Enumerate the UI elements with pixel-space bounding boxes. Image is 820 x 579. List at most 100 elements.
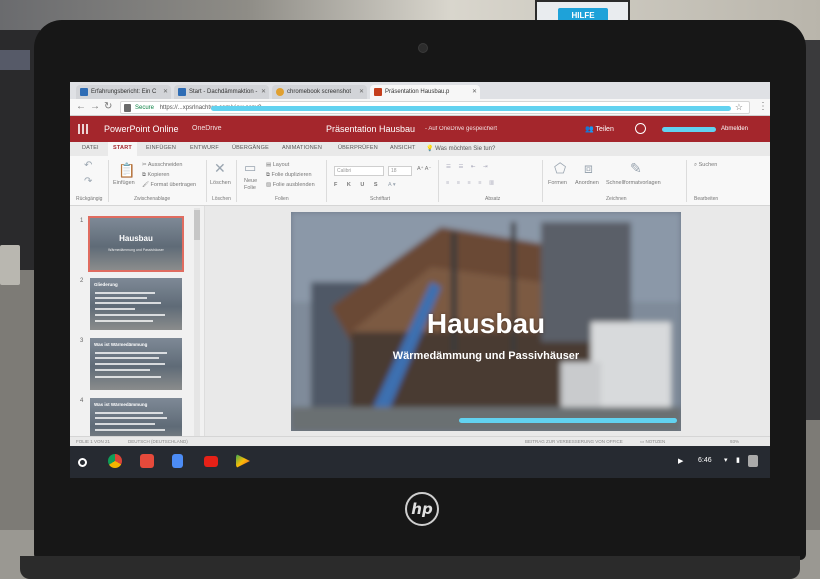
browser-tab-1[interactable]: Erfahrungsbericht: Ein C ✕: [76, 85, 171, 99]
new-slide-label-line1[interactable]: Neue: [244, 178, 257, 184]
slide-canvas: Hausbau Wärmedämmung und Passivhäuser: [205, 206, 770, 436]
divider: [686, 160, 687, 202]
group-undo-label: Rückgängig: [76, 196, 103, 202]
tab-einfuegen[interactable]: EINFÜGEN: [146, 145, 176, 151]
layout-button[interactable]: ▤ Layout: [266, 162, 289, 168]
reload-icon[interactable]: ↻: [104, 101, 112, 112]
duplicate-slide-button[interactable]: ⧉ Folie duplizieren: [266, 172, 312, 179]
play-store-icon[interactable]: [236, 454, 250, 468]
quick-styles-icon[interactable]: ✎: [630, 160, 642, 177]
search-button[interactable]: ⌕ Suchen: [694, 162, 717, 169]
youtube-icon[interactable]: [204, 456, 218, 467]
slide-thumbnail-3[interactable]: Was ist Wärmedämmung: [90, 338, 182, 390]
notes-button[interactable]: ▭ NOTIZEN: [640, 439, 665, 445]
align-buttons-icon[interactable]: ≡ ≡ ≡ ≡ ▥: [446, 180, 497, 186]
chrome-icon[interactable]: [108, 454, 122, 468]
tab-ueberpruefen[interactable]: ÜBERPRÜFEN: [338, 145, 378, 151]
tab-uebergaenge[interactable]: ÜBERGÄNGE: [232, 145, 269, 151]
tab-ansicht[interactable]: ANSICHT: [390, 145, 416, 151]
share-button[interactable]: 👥 Teilen: [585, 125, 614, 133]
delete-icon[interactable]: ✕: [214, 160, 226, 177]
delete-button[interactable]: Löschen: [210, 180, 231, 186]
list-buttons-icon[interactable]: ☰ ☰ ⇤ ⇥: [446, 164, 491, 170]
browser-menu-icon[interactable]: ⋮: [758, 101, 768, 112]
main-slide[interactable]: Hausbau Wärmedämmung und Passivhäuser: [291, 212, 681, 431]
star-icon[interactable]: ☆: [735, 102, 743, 113]
browser-tab-3[interactable]: chromebook screenshot ✕: [272, 85, 367, 99]
font-style-buttons[interactable]: F K U S: [334, 182, 382, 188]
arrange-icon[interactable]: ⧈: [584, 160, 593, 177]
shapes-icon[interactable]: ⬠: [554, 160, 566, 177]
system-tray[interactable]: ▶ 6:46 ▾ ▮: [678, 453, 762, 471]
ribbon-tab-bar: DATEI START EINFÜGEN ENTWURF ÜBERGÄNGE A…: [70, 142, 770, 156]
divider: [542, 160, 543, 202]
divider: [206, 160, 207, 202]
onedrive-link[interactable]: OneDrive: [192, 125, 222, 132]
tab-datei[interactable]: DATEI: [82, 145, 99, 151]
format-painter-button[interactable]: 🖌 Format übertragen: [142, 182, 196, 188]
slide-title[interactable]: Hausbau: [291, 308, 681, 340]
redo-icon[interactable]: ↷: [84, 176, 92, 187]
chrome-icon: [276, 88, 284, 96]
paste-button[interactable]: Einfügen: [113, 180, 135, 186]
close-icon[interactable]: ✕: [261, 88, 266, 95]
font-grow-shrink-icon[interactable]: A⁺ A⁻: [417, 166, 431, 172]
group-paragraph-label: Absatz: [485, 196, 501, 202]
app-launcher-icon[interactable]: [78, 124, 88, 134]
tab-animationen[interactable]: ANIMATIONEN: [282, 145, 322, 151]
paste-icon[interactable]: 📋: [118, 162, 135, 179]
text-line: [95, 308, 135, 310]
hp-logo: hp: [405, 492, 439, 526]
sign-out-link[interactable]: Abmelden: [721, 126, 748, 132]
launcher-icon[interactable]: [78, 458, 87, 467]
close-icon[interactable]: ✕: [163, 88, 168, 95]
thumbnail-heading: Gliederung: [94, 282, 118, 287]
app-name[interactable]: PowerPoint Online: [104, 124, 179, 134]
copy-button[interactable]: ⧉ Kopieren: [142, 172, 170, 179]
new-slide-label-line2[interactable]: Folie: [244, 185, 256, 191]
powerpoint-app-bar: PowerPoint Online OneDrive Präsentation …: [70, 116, 770, 142]
new-slide-icon[interactable]: ▭: [244, 160, 256, 176]
close-icon[interactable]: ✕: [359, 88, 364, 95]
undo-icon[interactable]: ↶: [84, 160, 92, 171]
browser-tab-4[interactable]: Präsentation Hausbau.p ✕: [370, 85, 480, 99]
zoom-level[interactable]: 93%: [730, 439, 739, 444]
slide-subtitle[interactable]: Wärmedämmung und Passivhäuser: [291, 350, 681, 362]
webcam: [418, 43, 428, 53]
play-icon[interactable]: ▶: [678, 457, 683, 465]
tab-label: Präsentation Hausbau.p: [385, 89, 450, 95]
docs-icon[interactable]: [172, 454, 183, 468]
skype-icon[interactable]: [635, 123, 646, 134]
cut-button[interactable]: ✂ Ausschneiden: [142, 162, 182, 168]
gmail-icon[interactable]: [140, 454, 154, 468]
scrollbar-thumb[interactable]: [194, 210, 200, 240]
tab-entwurf[interactable]: ENTWURF: [190, 145, 219, 151]
tab-start[interactable]: START: [108, 142, 137, 156]
slide-thumbnail-1[interactable]: Hausbau Wärmedämmung und Passivhäuser: [88, 216, 184, 272]
document-title[interactable]: Präsentation Hausbau: [326, 124, 415, 134]
arrange-button[interactable]: Anordnen: [575, 180, 599, 186]
feedback-link[interactable]: BEITRAG ZUR VERBESSERUNG VON OFFICE: [525, 439, 623, 444]
slide-number: 1: [80, 218, 84, 224]
url-input[interactable]: Secure https://...xpsrlnachtwc.com/view.…: [120, 101, 750, 114]
quick-styles-button[interactable]: Schnellformatvorlagen: [606, 180, 661, 186]
ribbon: ↶ ↷ Rückgängig 📋 Einfügen ✂ Ausschneiden…: [70, 156, 770, 206]
tell-me-search[interactable]: 💡 Was möchten Sie tun?: [426, 145, 495, 152]
slide-thumbnail-2[interactable]: Gliederung: [90, 278, 182, 330]
browser-tab-2[interactable]: Start - Dachdämmaktion - ✕: [174, 85, 269, 99]
shapes-button[interactable]: Formen: [548, 180, 567, 186]
close-icon[interactable]: ✕: [472, 88, 477, 95]
tab-label: Erfahrungsbericht: Ein C: [91, 89, 157, 95]
chart-icon: [178, 88, 186, 96]
slide-thumbnail-4[interactable]: Was ist Wärmedämmung: [90, 398, 182, 436]
forward-icon[interactable]: →: [90, 101, 100, 112]
font-color-icon[interactable]: A ▾: [388, 182, 396, 188]
hide-slide-button[interactable]: ▨ Folie ausblenden: [266, 182, 315, 188]
back-icon[interactable]: ←: [76, 101, 86, 112]
thumbnail-scrollbar[interactable]: [194, 208, 200, 436]
language-indicator[interactable]: DEUTSCH (DEUTSCHLAND): [128, 439, 188, 444]
slide-thumbnail-pane[interactable]: 1 Hausbau Wärmedämmung und Passivhäuser …: [70, 206, 205, 436]
group-edit-label: Bearbeiten: [694, 196, 719, 202]
font-size-select[interactable]: 18: [388, 166, 412, 176]
font-name-select[interactable]: Calibri: [334, 166, 384, 176]
